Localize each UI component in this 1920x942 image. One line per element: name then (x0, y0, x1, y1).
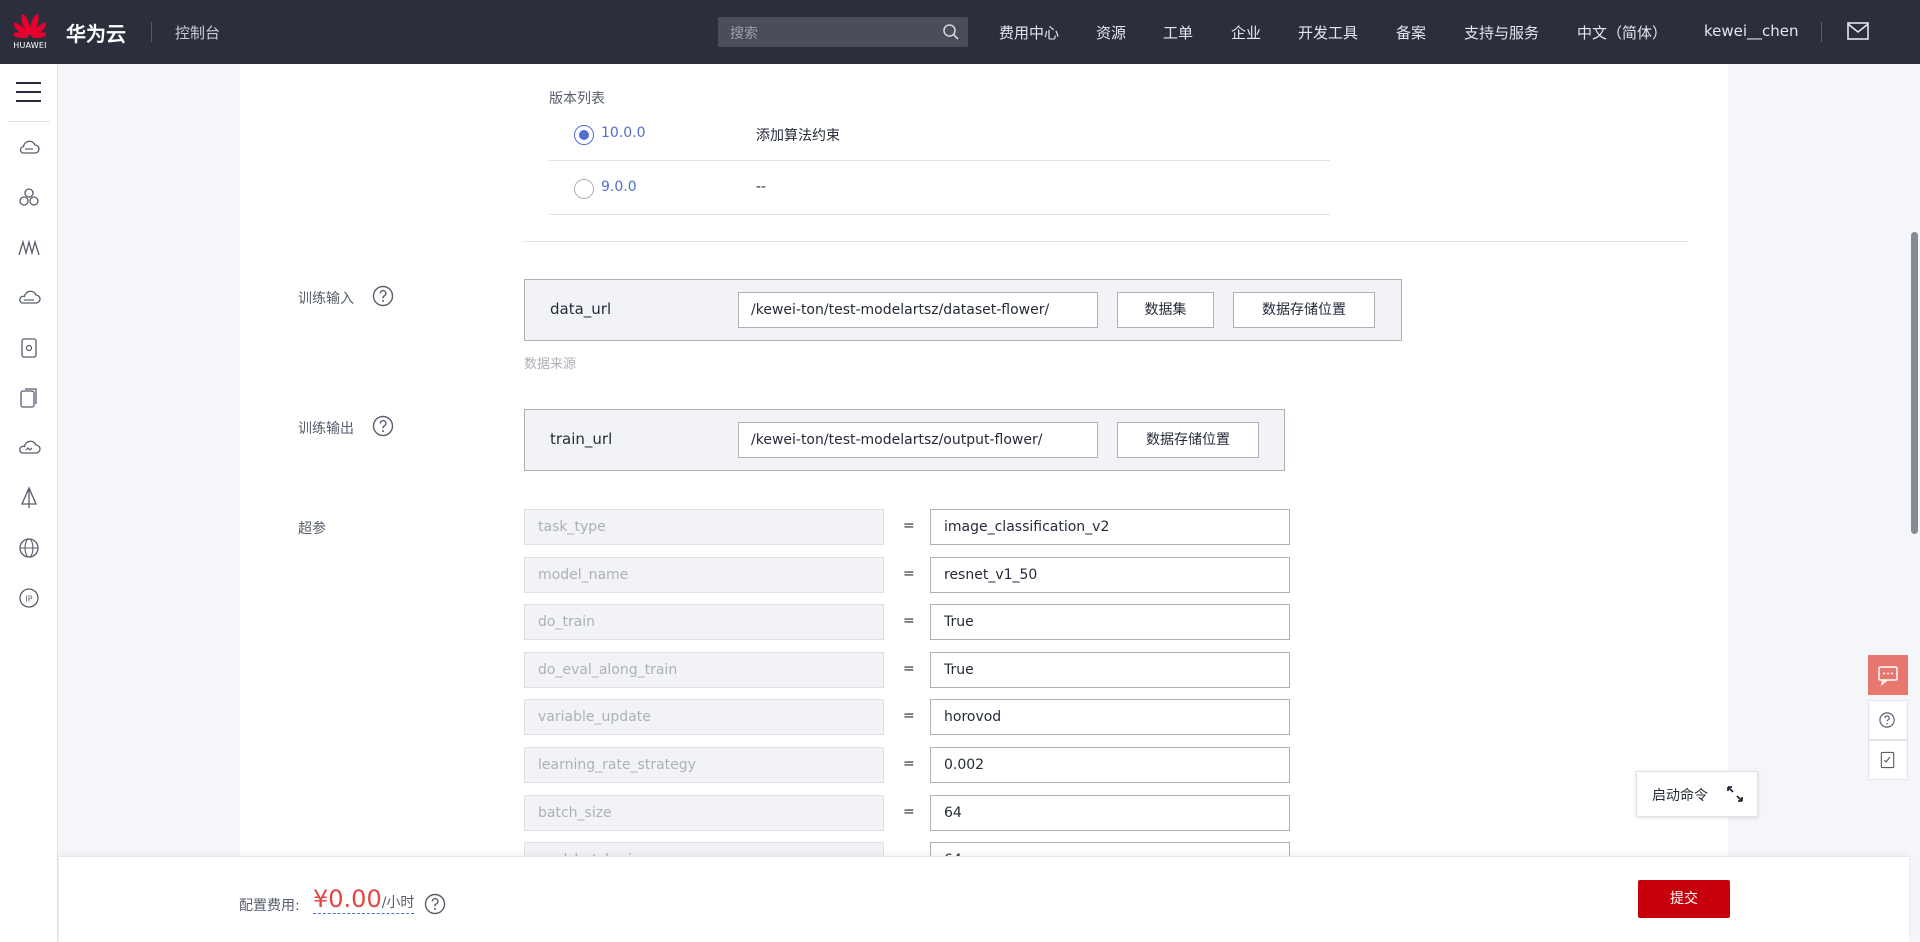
version-name[interactable]: 10.0.0 (601, 125, 646, 141)
data-storage-location-button[interactable]: 数据存储位置 (1117, 422, 1259, 458)
hyperparameters-label: 超参 (298, 521, 326, 537)
cloud-sync-icon[interactable] (17, 436, 41, 460)
version-list-title: 版本列表 (549, 91, 605, 107)
console-link[interactable]: 控制台 (175, 22, 220, 43)
search-box[interactable]: 搜索 (718, 17, 968, 47)
backup-icon[interactable] (17, 386, 41, 410)
fee-value[interactable]: ¥0.00/小时 (313, 885, 415, 914)
equals-sign: = (903, 518, 915, 534)
divider (151, 22, 152, 42)
expand-icon[interactable] (1725, 784, 1745, 804)
chat-button[interactable] (1868, 655, 1908, 695)
version-row[interactable]: 10.0.0 添加算法约束 (549, 107, 1330, 161)
version-radio[interactable] (574, 179, 594, 199)
fee-amount: ¥0.00 (313, 885, 382, 913)
left-sidebar: IP (0, 64, 58, 942)
ip-icon[interactable]: IP (17, 586, 41, 610)
nav-billing-center[interactable]: 费用中心 (999, 22, 1059, 43)
hyperparam-value-input[interactable]: True (930, 652, 1290, 688)
nav-username[interactable]: kewei__chen (1704, 22, 1799, 40)
footer-bar: 配置费用: ¥0.00/小时 提交 (59, 856, 1909, 942)
waveform-icon[interactable] (17, 236, 41, 260)
fee-unit: /小时 (381, 895, 415, 911)
search-input[interactable]: 搜索 (730, 23, 758, 43)
output-param-name: train_url (550, 430, 613, 448)
train-output-label: 训练输出 (298, 421, 354, 437)
huawei-logo[interactable]: HUAWEI (12, 10, 48, 54)
equals-sign: = (903, 661, 915, 677)
data-url-input[interactable]: /kewei-ton/test-modelartsz/dataset-flowe… (738, 292, 1098, 328)
mail-icon[interactable] (1847, 22, 1869, 40)
hyperparam-key: do_train (524, 604, 884, 640)
hyperparam-value-input[interactable]: True (930, 604, 1290, 640)
nav-icp-filing[interactable]: 备案 (1396, 22, 1426, 43)
cloud-server-icon[interactable] (17, 136, 41, 160)
input-param-name: data_url (550, 300, 612, 318)
logo-text: HUAWEI (13, 41, 47, 50)
huawei-flower-icon (14, 14, 46, 38)
fee-label: 配置费用: (239, 898, 300, 914)
menu-icon[interactable] (16, 82, 41, 104)
hyperparam-key: batch_size (524, 795, 884, 831)
scrollbar-thumb[interactable] (1911, 232, 1918, 534)
sail-icon[interactable] (17, 486, 41, 510)
version-radio-selected[interactable] (574, 125, 594, 145)
hyperparam-key: variable_update (524, 699, 884, 735)
hyperparam-key: learning_rate_strategy (524, 747, 884, 783)
hyperparam-value-input[interactable]: 64 (930, 795, 1290, 831)
help-icon[interactable] (424, 893, 446, 915)
help-icon (1879, 712, 1895, 728)
sidebar-divider (8, 121, 50, 122)
dataset-button[interactable]: 数据集 (1117, 292, 1214, 328)
version-name[interactable]: 9.0.0 (601, 179, 637, 195)
svg-text:IP: IP (25, 595, 32, 604)
version-row[interactable]: 9.0.0 -- (549, 161, 1330, 215)
nav-resources[interactable]: 资源 (1096, 22, 1126, 43)
equals-sign: = (903, 708, 915, 724)
edit-note-icon (1880, 751, 1895, 769)
nav-language[interactable]: 中文（简体） (1577, 22, 1667, 43)
help-float-button[interactable] (1868, 700, 1908, 740)
hyperparam-value-input[interactable]: resnet_v1_50 (930, 557, 1290, 593)
nav-dev-tools[interactable]: 开发工具 (1298, 22, 1358, 43)
hyperparam-key: model_name (524, 557, 884, 593)
globe-icon[interactable] (17, 536, 41, 560)
train-input-box: data_url /kewei-ton/test-modelartsz/data… (524, 279, 1402, 341)
feedback-float-button[interactable] (1868, 740, 1908, 780)
data-source-hint: 数据来源 (524, 357, 577, 372)
top-navigation-bar: HUAWEI 华为云 控制台 搜索 费用中心 资源 工单 企业 开发工具 备案 … (0, 0, 1920, 64)
brand-name[interactable]: 华为云 (66, 18, 126, 47)
version-description: 添加算法约束 (756, 128, 840, 144)
equals-sign: = (903, 566, 915, 582)
help-icon[interactable] (372, 415, 394, 437)
launch-command-panel[interactable]: 启动命令 (1636, 771, 1758, 817)
hyperparam-value-input[interactable]: image_classification_v2 (930, 509, 1290, 545)
hyperparam-value-input[interactable]: horovod (930, 699, 1290, 735)
cloud-database-icon[interactable] (17, 286, 41, 310)
train-url-input[interactable]: /kewei-ton/test-modelartsz/output-flower… (738, 422, 1098, 458)
version-description: -- (756, 179, 767, 195)
search-icon[interactable] (942, 23, 960, 41)
equals-sign: = (903, 613, 915, 629)
data-storage-location-button[interactable]: 数据存储位置 (1233, 292, 1375, 328)
hyperparam-key: task_type (524, 509, 884, 545)
launch-command-label: 启动命令 (1652, 788, 1708, 804)
hyperparam-value-input[interactable]: 0.002 (930, 747, 1290, 783)
train-input-label: 训练输入 (298, 291, 354, 307)
submit-button[interactable]: 提交 (1638, 880, 1730, 918)
equals-sign: = (903, 756, 915, 772)
section-divider (523, 241, 1689, 242)
help-icon[interactable] (372, 285, 394, 307)
nav-work-order[interactable]: 工单 (1163, 22, 1193, 43)
cluster-icon[interactable] (17, 186, 41, 210)
storage-icon[interactable] (17, 336, 41, 360)
hyperparam-key: do_eval_along_train (524, 652, 884, 688)
nav-enterprise[interactable]: 企业 (1231, 22, 1261, 43)
nav-support[interactable]: 支持与服务 (1464, 22, 1539, 43)
chat-icon (1878, 666, 1898, 686)
train-output-box: train_url /kewei-ton/test-modelartsz/out… (524, 409, 1285, 471)
equals-sign: = (903, 804, 915, 820)
divider (1821, 22, 1822, 42)
